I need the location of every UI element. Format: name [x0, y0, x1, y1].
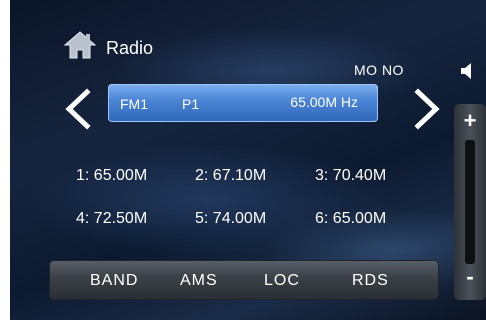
preset-label: P1 — [182, 96, 200, 112]
preset-2[interactable]: 2: 67.10M — [195, 167, 266, 185]
preset-6[interactable]: 6: 65.00M — [315, 210, 386, 228]
speaker-icon[interactable] — [458, 62, 478, 80]
volume-up-button[interactable]: + — [454, 108, 486, 134]
home-icon[interactable] — [63, 30, 97, 60]
preset-1[interactable]: 1: 65.00M — [76, 167, 147, 185]
band-label: FM1 — [120, 96, 148, 112]
preset-4[interactable]: 4: 72.50M — [76, 210, 147, 228]
loc-button[interactable]: LOC — [264, 272, 300, 290]
page-title: Radio — [106, 38, 154, 58]
rds-button[interactable]: RDS — [352, 272, 389, 290]
volume-track[interactable] — [465, 140, 475, 264]
bottom-toolbar: BAND AMS LOC RDS — [49, 260, 439, 300]
frequency-value: 65.00M Hz — [290, 94, 358, 110]
preset-3[interactable]: 3: 70.40M — [315, 167, 386, 185]
previous-station-button[interactable] — [57, 86, 97, 132]
volume-slider[interactable]: + - — [454, 104, 486, 300]
volume-down-button[interactable]: - — [454, 264, 486, 290]
band-button[interactable]: BAND — [90, 272, 138, 290]
stereo-mode-label: MO NO — [354, 62, 404, 78]
frequency-display[interactable]: FM1 P1 65.00M Hz — [108, 84, 378, 122]
ams-button[interactable]: AMS — [180, 272, 218, 290]
radio-screen: Radio MO NO FM1 P1 65.00M Hz 1: 65.00M 2… — [10, 0, 486, 320]
next-station-button[interactable] — [408, 86, 448, 132]
preset-5[interactable]: 5: 74.00M — [195, 210, 266, 228]
